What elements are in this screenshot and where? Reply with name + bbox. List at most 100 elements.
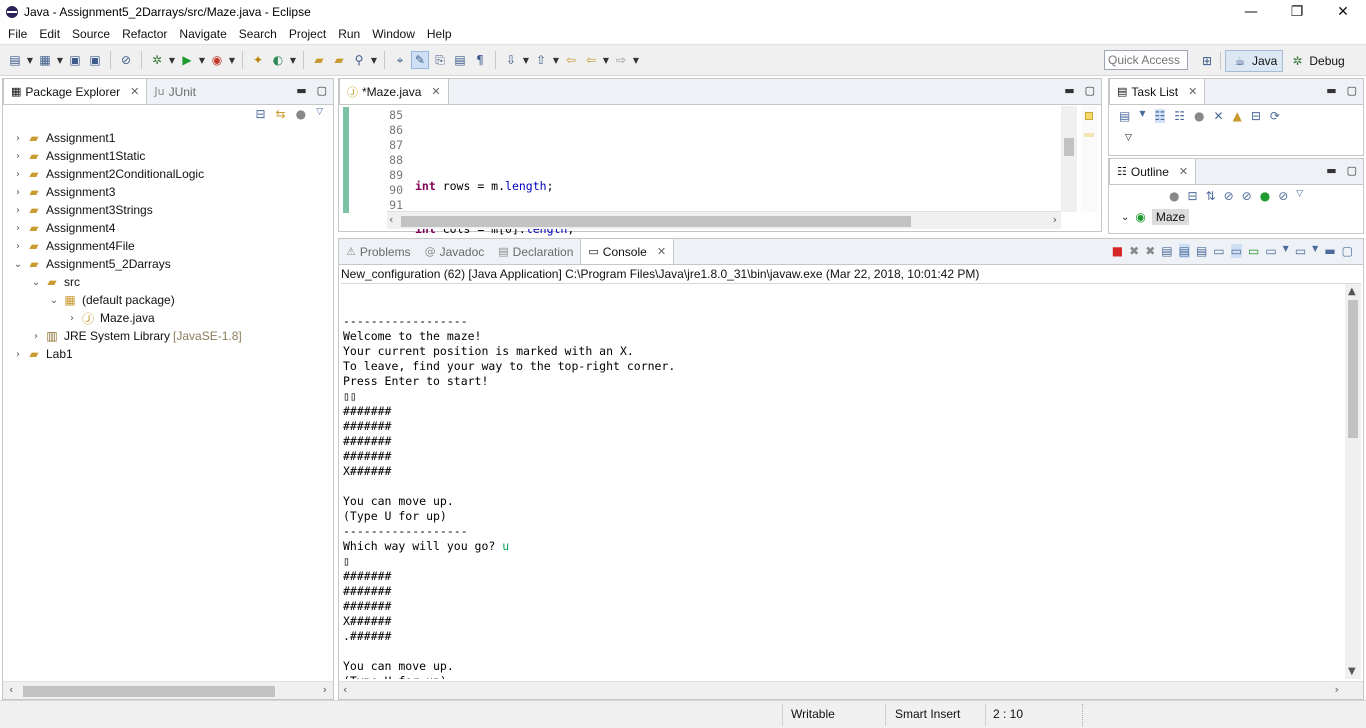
scroll-thumb[interactable] xyxy=(23,686,275,697)
display-console-icon[interactable]: ▭ xyxy=(1265,244,1276,258)
scroll-right-icon[interactable]: › xyxy=(323,683,327,696)
warning-marker[interactable] xyxy=(1085,112,1093,120)
scroll-right-icon[interactable]: › xyxy=(1053,213,1057,226)
terminate-icon[interactable]: ■ xyxy=(1112,244,1123,258)
debug-perspective-button[interactable]: ✲ Debug xyxy=(1283,50,1349,72)
minimize-button[interactable]: — xyxy=(1228,0,1274,24)
expand-icon[interactable]: › xyxy=(11,133,25,144)
search-dropdown-icon[interactable]: ▼ xyxy=(370,56,378,65)
maximize-view-icon[interactable]: ▢ xyxy=(1347,164,1357,177)
tree-item[interactable]: ⌄ ▰ Assignment5_2Darrays xyxy=(3,255,333,273)
scroll-left-icon[interactable]: ‹ xyxy=(9,683,13,696)
show-on-stderr-icon[interactable]: ▭ xyxy=(1230,244,1242,258)
collapse-icon[interactable]: ⌄ xyxy=(1121,212,1129,223)
tab-javadoc[interactable]: @ Javadoc xyxy=(418,239,492,264)
remove-all-terminated-icon[interactable]: ✖ xyxy=(1145,244,1155,258)
open-console-icon[interactable]: ▭ xyxy=(1295,244,1306,258)
skip-breakpoints-icon[interactable]: ⊘ xyxy=(117,51,135,69)
sort-icon[interactable]: ⇅ xyxy=(1206,189,1216,203)
collapse-icon[interactable]: ⌄ xyxy=(47,295,61,306)
restore-button[interactable]: ❐ xyxy=(1274,0,1320,24)
forward-dropdown-icon[interactable]: ▼ xyxy=(632,56,640,65)
menu-source[interactable]: Source xyxy=(66,24,116,44)
next-annotation-icon[interactable]: ⇩ xyxy=(502,51,520,69)
back-icon[interactable]: ⇦ xyxy=(582,51,600,69)
filter-icon[interactable]: ● xyxy=(1169,189,1179,203)
run-icon[interactable]: ▶ xyxy=(178,51,196,69)
expand-icon[interactable]: › xyxy=(11,151,25,162)
hide-completed-icon[interactable]: ✕ xyxy=(1214,109,1224,123)
tab-console[interactable]: ▭ Console ✕ xyxy=(580,239,675,264)
console-vertical-scrollbar[interactable]: ▲ ▼ xyxy=(1345,284,1361,679)
previous-annotation-icon[interactable]: ⇧ xyxy=(532,51,550,69)
scroll-thumb[interactable] xyxy=(1064,138,1074,156)
tree-item[interactable]: › ▰ Assignment1 xyxy=(3,129,333,147)
outline-root-item[interactable]: ⌄ ◉ Maze xyxy=(1121,209,1190,225)
maximize-view-icon[interactable]: ▢ xyxy=(1342,244,1353,258)
view-menu-icon[interactable]: ▽ xyxy=(316,107,323,121)
new-icon[interactable]: ▤ xyxy=(6,51,24,69)
menu-search[interactable]: Search xyxy=(233,24,283,44)
collapse-all-icon[interactable]: ⊟ xyxy=(1251,109,1261,123)
tree-item[interactable]: › ▰ Assignment4 xyxy=(3,219,333,237)
focus-icon[interactable]: ▲ xyxy=(1233,109,1242,123)
maximize-view-icon[interactable]: ▢ xyxy=(1085,84,1095,97)
tree-item[interactable]: › ▰ Assignment4File xyxy=(3,237,333,255)
horizontal-scrollbar[interactable]: ‹ › xyxy=(3,681,333,699)
minimize-view-icon[interactable]: ▬ xyxy=(1064,84,1074,97)
tree-item[interactable]: › ▰ Assignment1Static xyxy=(3,147,333,165)
debug-icon[interactable]: ✲ xyxy=(148,51,166,69)
tab-declaration[interactable]: ▤ Declaration xyxy=(491,239,580,264)
expand-icon[interactable]: › xyxy=(11,349,25,360)
tree-item[interactable]: ⌄ ▰ src xyxy=(3,273,333,291)
new-task-dropdown-icon[interactable]: ▼ xyxy=(1139,109,1145,123)
new-task-icon[interactable]: ▤ xyxy=(1119,109,1130,123)
menu-window[interactable]: Window xyxy=(366,24,421,44)
mark-occurrences-icon[interactable]: ✎ xyxy=(411,51,429,69)
expand-icon[interactable]: › xyxy=(65,313,79,324)
expand-icon[interactable]: › xyxy=(11,241,25,252)
expand-icon[interactable]: › xyxy=(11,169,25,180)
scroll-left-icon[interactable]: ‹ xyxy=(389,213,393,226)
expand-icon[interactable]: › xyxy=(11,223,25,234)
tab-task-list[interactable]: ▤ Task List ✕ xyxy=(1109,79,1206,104)
block-selection-icon[interactable]: ⎘ xyxy=(431,51,449,69)
new-wizard-dropdown-icon[interactable]: ▼ xyxy=(56,56,64,65)
save-all-icon[interactable]: ▣ xyxy=(86,51,104,69)
menu-help[interactable]: Help xyxy=(421,24,458,44)
menu-refactor[interactable]: Refactor xyxy=(116,24,173,44)
link-with-editor-icon[interactable]: ⇆ xyxy=(276,107,286,121)
console-output[interactable]: ------------------ Welcome to the maze! Yo… xyxy=(343,299,1341,679)
back-dropdown-icon[interactable]: ▼ xyxy=(602,56,610,65)
minimize-view-icon[interactable]: ▬ xyxy=(1326,84,1336,97)
insert-mode-status[interactable]: Smart Insert xyxy=(895,707,960,721)
debug-dropdown-icon[interactable]: ▼ xyxy=(168,56,176,65)
tab-problems[interactable]: ⚠ Problems xyxy=(339,239,418,264)
menu-file[interactable]: File xyxy=(2,24,33,44)
expand-icon[interactable]: › xyxy=(11,187,25,198)
tree-item[interactable]: › ▰ Assignment3 xyxy=(3,183,333,201)
collapse-icon[interactable]: ⌄ xyxy=(11,259,25,270)
save-icon[interactable]: ▣ xyxy=(66,51,84,69)
scroll-down-icon[interactable]: ▼ xyxy=(1348,666,1356,677)
new-java-project-icon[interactable]: ✦ xyxy=(249,51,267,69)
tree-item[interactable]: › ▰ Assignment2ConditionalLogic xyxy=(3,165,333,183)
tree-item[interactable]: › ▰ Lab1 xyxy=(3,345,333,363)
console-horizontal-scrollbar[interactable]: ‹ › xyxy=(339,681,1363,699)
tab-package-explorer[interactable]: ▦ Package Explorer ✕ xyxy=(3,79,148,104)
next-annotation-dropdown-icon[interactable]: ▼ xyxy=(522,56,530,65)
close-tab-icon[interactable]: ✕ xyxy=(431,85,440,98)
display-console-dropdown-icon[interactable]: ▼ xyxy=(1283,244,1289,258)
close-tab-icon[interactable]: ✕ xyxy=(1179,165,1188,178)
open-type-icon[interactable]: ▰ xyxy=(310,51,328,69)
java-perspective-button[interactable]: ☕ Java xyxy=(1225,50,1284,72)
tab-junit[interactable]: Ju JUnit xyxy=(147,79,203,104)
scheduled-icon[interactable]: ☷ xyxy=(1174,109,1185,123)
hide-fields-icon[interactable]: ⊘ xyxy=(1224,189,1234,203)
collapse-all-icon[interactable]: ⊟ xyxy=(255,107,265,121)
word-wrap-icon[interactable]: ▤ xyxy=(451,51,469,69)
new-class-icon[interactable]: ◐ xyxy=(269,51,287,69)
scroll-thumb[interactable] xyxy=(1348,300,1358,438)
open-console-dropdown-icon[interactable]: ▼ xyxy=(1312,244,1318,258)
hide-static-icon[interactable]: ⊘ xyxy=(1242,189,1252,203)
